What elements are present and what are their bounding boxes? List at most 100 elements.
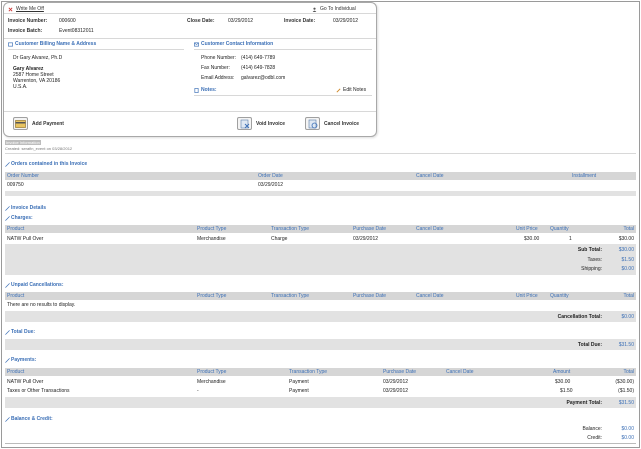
col-cancel-date[interactable]: Cancel Date <box>416 226 444 232</box>
created-info: Created: serafin_event on 03/28/2012 <box>5 146 73 151</box>
col-quantity[interactable]: Quantity <box>550 226 569 232</box>
col-installment[interactable]: Installment <box>572 173 596 179</box>
total-due-bar <box>5 339 636 350</box>
col-product-type[interactable]: Product Type <box>197 293 226 299</box>
col-total[interactable]: Total <box>623 293 634 299</box>
charges-table-header: Product Product Type Transaction Type Pu… <box>5 225 636 233</box>
add-payment-label: Add Payment <box>32 120 64 127</box>
billing-contact-name: Dr Gary Alvarez, Ph.D <box>13 55 63 61</box>
col-total[interactable]: Total <box>623 369 634 375</box>
col-transaction-type[interactable]: Transaction Type <box>271 293 309 299</box>
cancellations-title: Unpaid Cancellations: <box>11 282 64 288</box>
table-row: 009750 03/29/2012 <box>5 181 636 189</box>
contact-title: Customer Contact Information <box>201 41 274 47</box>
cancel-invoice-button[interactable]: Cancel Invoice <box>305 117 359 130</box>
contact-icon <box>194 42 199 46</box>
col-order-number[interactable]: Order Number <box>7 173 39 179</box>
col-cancel-date[interactable]: Cancel Date <box>446 369 474 375</box>
empty-row: There are no results to display. <box>5 301 636 309</box>
phone-value: (414) 649-7789 <box>241 55 276 61</box>
col-cancel-date[interactable]: Cancel Date <box>416 173 444 179</box>
credit-label: Credit: <box>587 435 602 441</box>
col-transaction-type[interactable]: Transaction Type <box>271 226 309 232</box>
write-off-icon <box>8 7 13 11</box>
subtotal-label: Sub Total: <box>577 247 602 253</box>
col-product[interactable]: Product <box>7 369 24 375</box>
col-amount[interactable]: Amount <box>553 369 570 375</box>
divider <box>8 49 184 50</box>
col-product-type[interactable]: Product Type <box>197 369 226 375</box>
add-payment-button[interactable]: Add Payment <box>13 117 64 130</box>
col-purchase-date[interactable]: Purchase Date <box>353 293 386 299</box>
divider <box>194 49 372 50</box>
col-cancel-date[interactable]: Cancel Date <box>416 293 444 299</box>
total-due-value: $31.50 <box>618 342 634 348</box>
order-number-cell[interactable]: 009750 <box>7 182 24 188</box>
total-due-section-title: Total Due: <box>5 329 35 335</box>
table-row: Taxes or Other Transactions - Payment 03… <box>5 387 636 395</box>
purchase-date-cell: 03/29/2012 <box>383 388 409 394</box>
invoice-info-tag: Invoice Information <box>5 140 41 145</box>
write-off-link[interactable]: Write Me Off <box>8 6 44 12</box>
balance-title: Balance & Credit: <box>11 416 53 422</box>
void-invoice-button[interactable]: Void Invoice <box>237 117 285 130</box>
edit-notes-label: Edit Notes <box>343 87 367 93</box>
invoice-date-label: Invoice Date: <box>284 18 316 24</box>
billing-address: Dr Gary Alvarez, Ph.D Gary Alvarez 2587 … <box>13 55 62 90</box>
transaction-type-cell: Payment <box>289 388 309 394</box>
invoice-details-title: Invoice Details <box>5 205 46 211</box>
cancel-invoice-label: Cancel Invoice <box>324 120 360 127</box>
taxes-value: $1.50 <box>621 257 634 263</box>
col-unit-price[interactable]: Unit Price <box>516 293 538 299</box>
go-to-individual-link[interactable]: Go To Individual <box>312 6 356 12</box>
table-footer-bar <box>5 191 636 196</box>
orders-section-title: Orders contained in this Invoice <box>5 161 87 167</box>
orders-icon <box>5 161 10 167</box>
invoice-card: Write Me Off Go To Individual Invoice Nu… <box>3 2 377 137</box>
phone-label: Phone Number: <box>201 55 237 61</box>
void-invoice-label: Void Invoice <box>256 120 286 127</box>
col-product[interactable]: Product <box>7 293 24 299</box>
write-off-label: Write Me Off <box>16 6 44 12</box>
cancellation-total-value: $0.00 <box>621 314 634 320</box>
divider <box>4 111 376 112</box>
invoice-date-value: 03/29/2012 <box>333 18 359 24</box>
payments-table-header: Product Product Type Transaction Type Pu… <box>5 368 636 376</box>
charges-title: Charges: <box>11 215 33 221</box>
product-cell: NATW Pull Over <box>7 379 44 385</box>
cancel-icon <box>305 117 320 130</box>
cancellations-section-title: Unpaid Cancellations: <box>5 282 64 288</box>
taxes-label: Taxes: <box>587 257 602 263</box>
product-cell: Taxes or Other Transactions <box>7 388 70 394</box>
col-order-date[interactable]: Order Date <box>258 173 283 179</box>
charges-summary-bar <box>5 244 636 275</box>
cancellations-table-header: Product Product Type Transaction Type Pu… <box>5 292 636 300</box>
col-product-type[interactable]: Product Type <box>197 226 226 232</box>
col-product[interactable]: Product <box>7 226 24 232</box>
credit-value: $0.00 <box>621 435 634 441</box>
email-label: Email Address: <box>201 75 235 81</box>
product-cell: NATW Pull Over <box>7 236 44 242</box>
shipping-label: Shipping: <box>581 266 602 272</box>
notes-icon <box>194 87 199 93</box>
col-purchase-date[interactable]: Purchase Date <box>353 226 386 232</box>
amount-cell: $1.50 <box>560 388 573 394</box>
col-quantity[interactable]: Quantity <box>550 293 569 299</box>
address-icon <box>8 42 13 46</box>
unit-price-cell: $30.00 <box>524 236 540 242</box>
col-transaction-type[interactable]: Transaction Type <box>289 369 327 375</box>
invoice-number-value: 000600 <box>59 18 76 24</box>
edit-notes-link[interactable]: Edit Notes <box>336 87 366 93</box>
payments-title: Payments: <box>11 357 37 363</box>
col-unit-price[interactable]: Unit Price <box>516 226 538 232</box>
subtotal-value: $30.00 <box>618 247 634 253</box>
transaction-type-cell: Payment <box>289 379 309 385</box>
balance-icon <box>5 416 10 422</box>
billing-country: U.S.A. <box>13 84 28 90</box>
divider <box>5 443 636 444</box>
balance-label: Balance: <box>582 426 602 432</box>
product-type-cell: - <box>197 388 199 394</box>
col-total[interactable]: Total <box>623 226 634 232</box>
divider <box>5 153 636 154</box>
col-purchase-date[interactable]: Purchase Date <box>383 369 416 375</box>
